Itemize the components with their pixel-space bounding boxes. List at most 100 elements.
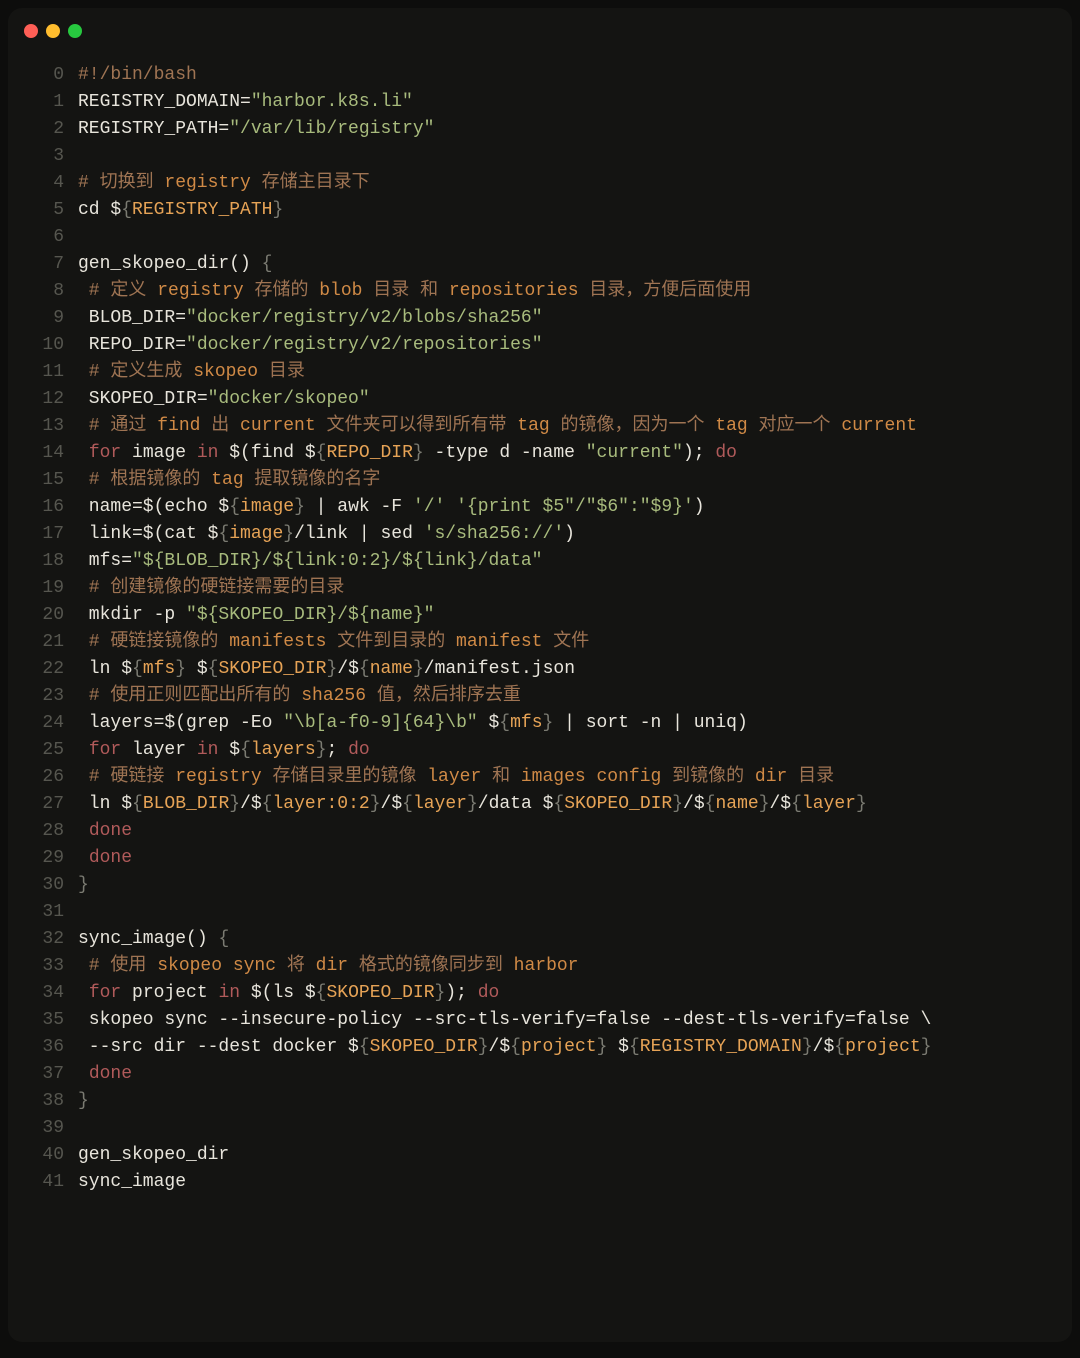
code-line[interactable]: 18 mfs="${BLOB_DIR}/${link:0:2}/${link}/…	[28, 548, 1072, 575]
code-line[interactable]: 39	[28, 1115, 1072, 1142]
token: $	[478, 713, 500, 733]
code-line[interactable]: 22 ln ${mfs} ${SKOPEO_DIR}/${name}/manif…	[28, 656, 1072, 683]
code-line[interactable]: 27 ln ${BLOB_DIR}/${layer:0:2}/${layer}/…	[28, 791, 1072, 818]
line-content: }	[78, 1088, 89, 1115]
token: 's/sha256://'	[424, 524, 564, 544]
token: SKOPEO_DIR=	[78, 389, 208, 409]
token: registry	[175, 767, 261, 787]
token: skopeo sync --insecure-policy --src-tls-…	[78, 1010, 931, 1030]
token: layer	[413, 794, 467, 814]
token: BLOB_DIR=	[78, 308, 186, 328]
code-line[interactable]: 4# 切换到 registry 存储主目录下	[28, 170, 1072, 197]
token: /manifest.json	[424, 659, 575, 679]
code-line[interactable]: 8 # 定义 registry 存储的 blob 目录 和 repositori…	[28, 278, 1072, 305]
token: "/var/lib/registry"	[229, 119, 434, 139]
code-line[interactable]: 40gen_skopeo_dir	[28, 1142, 1072, 1169]
token: for	[89, 983, 121, 1003]
code-line[interactable]: 15 # 根据镜像的 tag 提取镜像的名字	[28, 467, 1072, 494]
token: blob	[319, 281, 362, 301]
line-number: 10	[28, 332, 78, 359]
token: $(ls $	[240, 983, 316, 1003]
line-number: 3	[28, 143, 78, 170]
code-line[interactable]: 6	[28, 224, 1072, 251]
code-line[interactable]: 5cd ${REGISTRY_PATH}	[28, 197, 1072, 224]
token: "current"	[586, 443, 683, 463]
token: {	[121, 200, 132, 220]
token: gen_skopeo_dir()	[78, 254, 262, 274]
code-line[interactable]: 26 # 硬链接 registry 存储目录里的镜像 layer 和 image…	[28, 764, 1072, 791]
line-number: 20	[28, 602, 78, 629]
token: ;	[327, 740, 349, 760]
token: "${SKOPEO_DIR}/${name}"	[186, 605, 434, 625]
code-line[interactable]: 16 name=$(echo ${image} | awk -F '/' '{p…	[28, 494, 1072, 521]
token: layers=$(grep -Eo	[78, 713, 283, 733]
token: in	[197, 443, 219, 463]
line-number: 28	[28, 818, 78, 845]
token: /link | sed	[294, 524, 424, 544]
line-content: sync_image() {	[78, 926, 229, 953]
terminal-window: 0#!/bin/bash1REGISTRY_DOMAIN="harbor.k8s…	[8, 8, 1072, 1342]
token: project	[521, 1037, 597, 1057]
token: do	[478, 983, 500, 1003]
code-line[interactable]: 34 for project in $(ls ${SKOPEO_DIR}); d…	[28, 980, 1072, 1007]
zoom-icon[interactable]	[68, 24, 82, 38]
code-line[interactable]: 29 done	[28, 845, 1072, 872]
close-icon[interactable]	[24, 24, 38, 38]
code-line[interactable]: 32sync_image() {	[28, 926, 1072, 953]
code-line[interactable]: 12 SKOPEO_DIR="docker/skopeo"	[28, 386, 1072, 413]
code-line[interactable]: 21 # 硬链接镜像的 manifests 文件到目录的 manifest 文件	[28, 629, 1072, 656]
code-line[interactable]: 33 # 使用 skopeo sync 将 dir 格式的镜像同步到 harbo…	[28, 953, 1072, 980]
token: {	[834, 1037, 845, 1057]
code-line[interactable]: 14 for image in $(find ${REPO_DIR} -type…	[28, 440, 1072, 467]
code-line[interactable]: 7gen_skopeo_dir() {	[28, 251, 1072, 278]
token: }	[543, 713, 554, 733]
line-content: mkdir -p "${SKOPEO_DIR}/${name}"	[78, 602, 434, 629]
code-line[interactable]: 23 # 使用正则匹配出所有的 sha256 值，然后排序去重	[28, 683, 1072, 710]
line-content: for layer in ${layers}; do	[78, 737, 370, 764]
code-line[interactable]: 11 # 定义生成 skopeo 目录	[28, 359, 1072, 386]
line-number: 27	[28, 791, 78, 818]
token: }	[921, 1037, 932, 1057]
token: $	[607, 1037, 629, 1057]
code-line[interactable]: 37 done	[28, 1061, 1072, 1088]
token: project	[845, 1037, 921, 1057]
code-line[interactable]: 28 done	[28, 818, 1072, 845]
token: /$	[770, 794, 792, 814]
line-number: 15	[28, 467, 78, 494]
token: # 定义生成	[78, 362, 193, 382]
code-line[interactable]: 1REGISTRY_DOMAIN="harbor.k8s.li"	[28, 89, 1072, 116]
code-line[interactable]: 35 skopeo sync --insecure-policy --src-t…	[28, 1007, 1072, 1034]
code-line[interactable]: 38}	[28, 1088, 1072, 1115]
token: }	[175, 659, 186, 679]
code-line[interactable]: 25 for layer in ${layers}; do	[28, 737, 1072, 764]
code-line[interactable]: 17 link=$(cat ${image}/link | sed 's/sha…	[28, 521, 1072, 548]
line-number: 13	[28, 413, 78, 440]
code-line[interactable]: 0#!/bin/bash	[28, 62, 1072, 89]
code-line[interactable]: 36 --src dir --dest docker ${SKOPEO_DIR}…	[28, 1034, 1072, 1061]
code-line[interactable]: 19 # 创建镜像的硬链接需要的目录	[28, 575, 1072, 602]
code-line[interactable]: 10 REPO_DIR="docker/registry/v2/reposito…	[28, 332, 1072, 359]
code-line[interactable]: 13 # 通过 find 出 current 文件夹可以得到所有带 tag 的镜…	[28, 413, 1072, 440]
code-line[interactable]: 3	[28, 143, 1072, 170]
code-line[interactable]: 24 layers=$(grep -Eo "\b[a-f0-9]{64}\b" …	[28, 710, 1072, 737]
code-line[interactable]: 31	[28, 899, 1072, 926]
token: /$	[381, 794, 403, 814]
code-line[interactable]: 30}	[28, 872, 1072, 899]
minimize-icon[interactable]	[46, 24, 60, 38]
code-line[interactable]: 9 BLOB_DIR="docker/registry/v2/blobs/sha…	[28, 305, 1072, 332]
code-line[interactable]: 41sync_image	[28, 1169, 1072, 1196]
code-line[interactable]: 20 mkdir -p "${SKOPEO_DIR}/${name}"	[28, 602, 1072, 629]
line-content: # 硬链接 registry 存储目录里的镜像 layer 和 images c…	[78, 764, 834, 791]
line-content: done	[78, 818, 132, 845]
token: find	[157, 416, 200, 436]
token: }	[413, 659, 424, 679]
code-area[interactable]: 0#!/bin/bash1REGISTRY_DOMAIN="harbor.k8s…	[8, 62, 1072, 1196]
line-content: SKOPEO_DIR="docker/skopeo"	[78, 386, 370, 413]
code-line[interactable]: 2REGISTRY_PATH="/var/lib/registry"	[28, 116, 1072, 143]
token: 到镜像的	[661, 767, 755, 787]
token: 存储主目录下	[251, 173, 370, 193]
line-number: 18	[28, 548, 78, 575]
token: }	[672, 794, 683, 814]
line-content: mfs="${BLOB_DIR}/${link:0:2}/${link}/dat…	[78, 548, 542, 575]
line-number: 1	[28, 89, 78, 116]
